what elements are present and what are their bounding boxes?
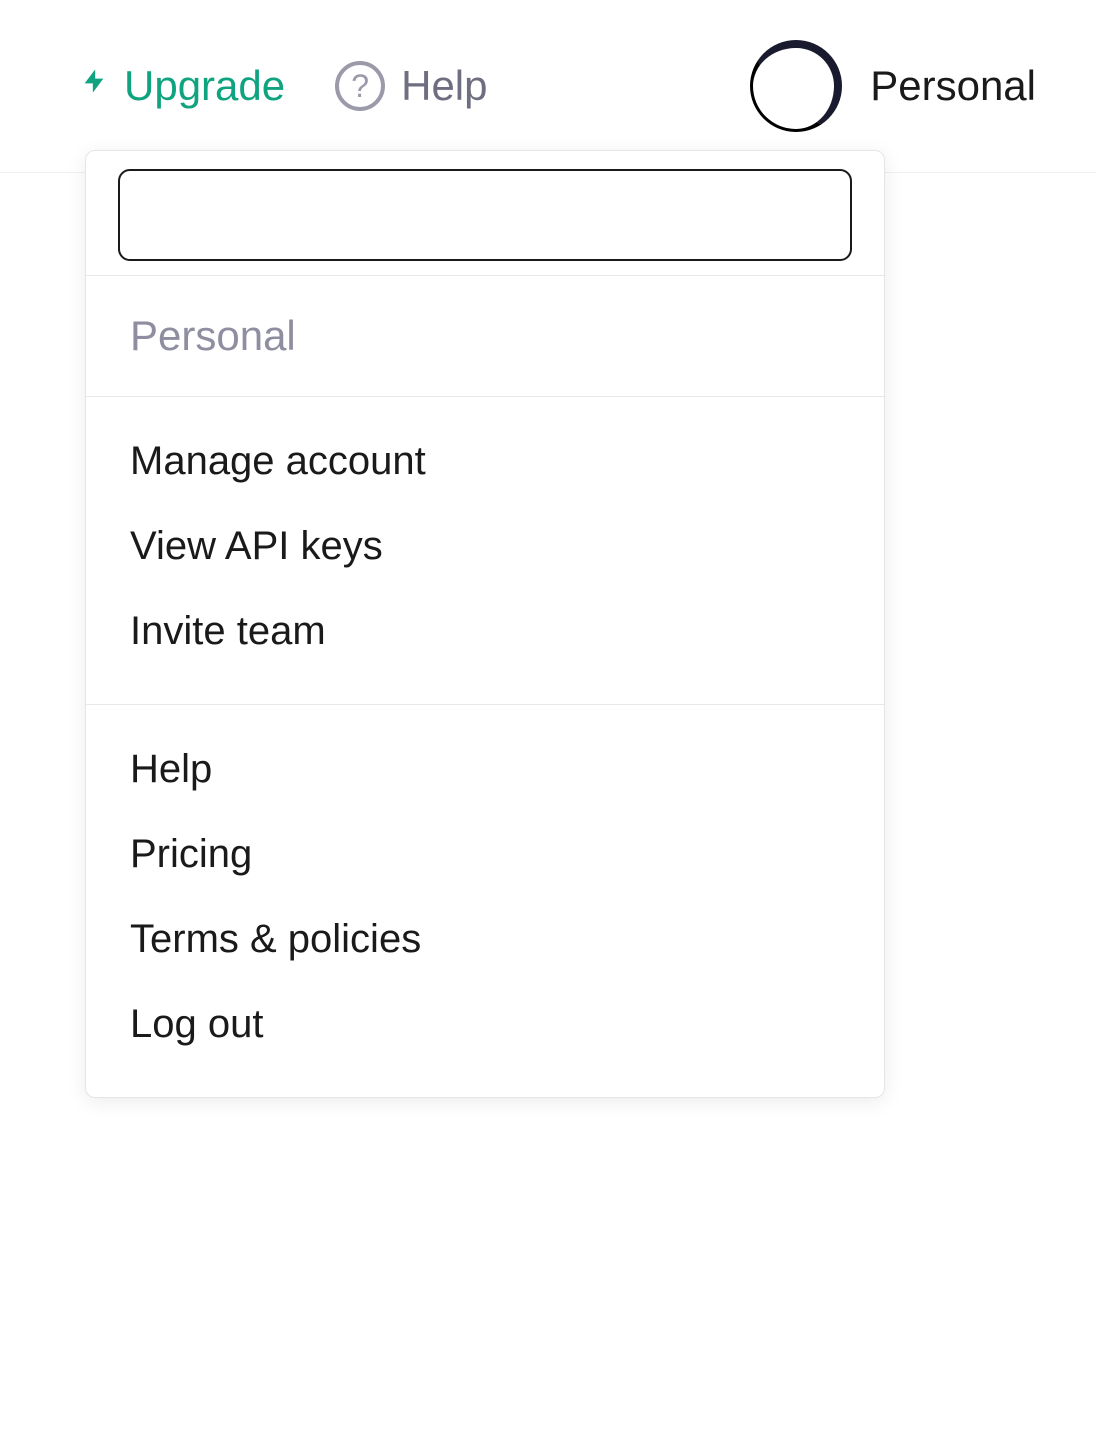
upgrade-label: Upgrade — [124, 62, 285, 110]
account-menu-trigger[interactable]: Personal — [750, 40, 1036, 132]
menu-item-log-out[interactable]: Log out — [86, 982, 884, 1067]
search-wrapper — [86, 151, 884, 275]
topbar: Upgrade ? Help Personal — [0, 0, 1096, 173]
lightning-icon — [80, 61, 108, 111]
menu-item-manage-account[interactable]: Manage account — [86, 419, 884, 504]
menu-item-invite-team[interactable]: Invite team — [86, 589, 884, 674]
account-dropdown: Personal Manage account View API keys In… — [85, 150, 885, 1098]
account-label: Personal — [870, 62, 1036, 110]
help-button[interactable]: ? Help — [335, 61, 487, 111]
footer-section: Help Pricing Terms & policies Log out — [86, 704, 884, 1097]
workspace-header[interactable]: Personal — [86, 284, 884, 388]
question-icon: ? — [335, 61, 385, 111]
help-label: Help — [401, 62, 487, 110]
avatar — [750, 40, 842, 132]
menu-item-terms-policies[interactable]: Terms & policies — [86, 897, 884, 982]
menu-item-help[interactable]: Help — [86, 727, 884, 812]
upgrade-button[interactable]: Upgrade — [80, 61, 285, 111]
menu-item-view-api-keys[interactable]: View API keys — [86, 504, 884, 589]
account-section: Manage account View API keys Invite team — [86, 396, 884, 704]
workspace-section: Personal — [86, 275, 884, 396]
menu-item-pricing[interactable]: Pricing — [86, 812, 884, 897]
workspace-search-input[interactable] — [118, 169, 852, 261]
